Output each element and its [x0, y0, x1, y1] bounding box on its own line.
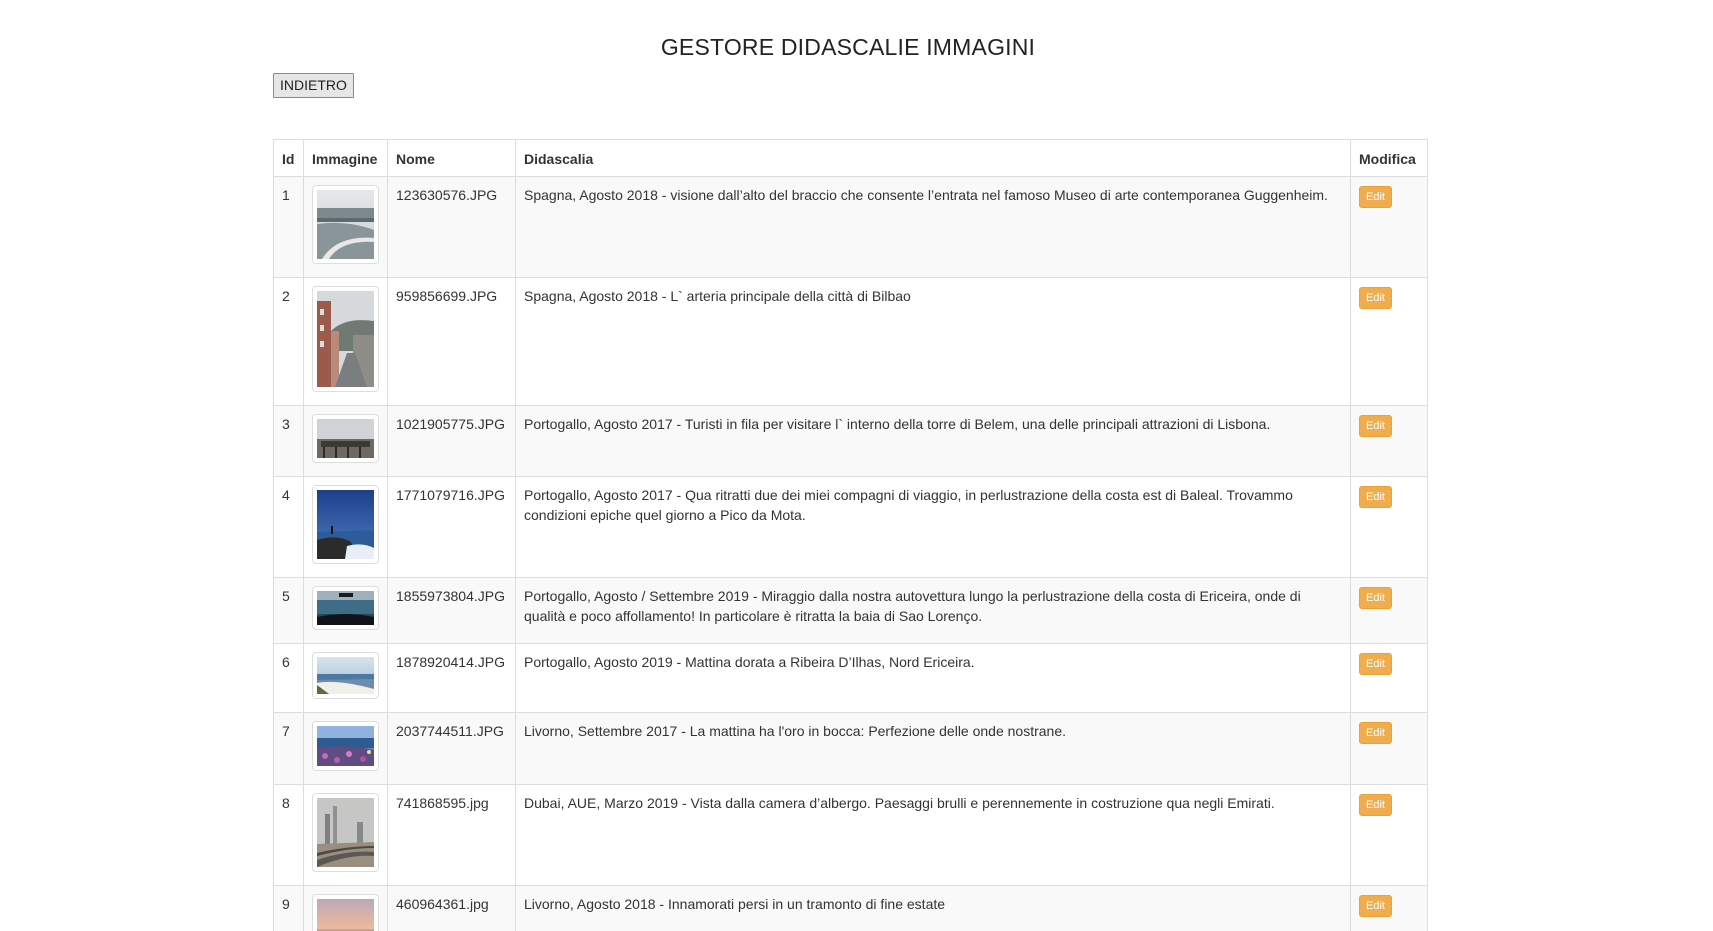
thumbnail-image	[312, 793, 379, 872]
edit-button[interactable]: Edit	[1359, 653, 1392, 675]
column-header-id: Id	[273, 139, 304, 177]
edit-button[interactable]: Edit	[1359, 587, 1392, 609]
column-header-edit: Modifica	[1350, 139, 1428, 177]
edit-button[interactable]: Edit	[1359, 186, 1392, 208]
table-row: 1 123630576.JPG Spagna, Agosto 2018 - visi…	[273, 176, 1428, 278]
column-header-name: Nome	[387, 139, 516, 177]
cell-edit: Edit	[1350, 405, 1428, 477]
cell-name: 123630576.JPG	[387, 176, 516, 278]
cell-caption: Spagna, Agosto 2018 - visione dall’alto …	[515, 176, 1351, 278]
cell-edit: Edit	[1350, 176, 1428, 278]
cell-caption: Portogallo, Agosto 2017 - Turisti in fil…	[515, 405, 1351, 477]
table-row: 4 1771079716.JPG Portogallo, Agosto 2017 -…	[273, 476, 1428, 578]
cell-image	[303, 643, 388, 713]
edit-button[interactable]: Edit	[1359, 486, 1392, 508]
cell-caption: Livorno, Settembre 2017 - La mattina ha …	[515, 712, 1351, 785]
cell-name: 2037744511.JPG	[387, 712, 516, 785]
cell-id: 1	[273, 176, 304, 278]
cell-edit: Edit	[1350, 885, 1428, 931]
cell-name: 1855973804.JPG	[387, 577, 516, 644]
cell-name: 1021905775.JPG	[387, 405, 516, 477]
cell-id: 5	[273, 577, 304, 644]
cell-name: 1771079716.JPG	[387, 476, 516, 578]
table-row: 5 1855973804.JPG Portogallo, Agosto / Sett…	[273, 577, 1428, 644]
back-button[interactable]: INDIETRO	[273, 73, 354, 98]
table-row: 2 959856699.JPG Spagna, Agosto 2018 - L` a…	[273, 277, 1428, 406]
cell-id: 2	[273, 277, 304, 406]
cell-id: 8	[273, 784, 304, 886]
cell-name: 959856699.JPG	[387, 277, 516, 406]
table-body: 1 123630576.JPG Spagna, Agosto 2018 - visi…	[273, 176, 1428, 931]
cell-edit: Edit	[1350, 476, 1428, 578]
cell-image	[303, 577, 388, 644]
cell-caption: Livorno, Agosto 2018 - Innamorati persi …	[515, 885, 1351, 931]
cell-image	[303, 277, 388, 406]
thumbnail-image	[312, 414, 379, 463]
table-row: 8 741868595.jpg Dubai, AUE, Marzo 2019 - V…	[273, 784, 1428, 886]
edit-button[interactable]: Edit	[1359, 794, 1392, 816]
cell-edit: Edit	[1350, 277, 1428, 406]
cell-image	[303, 784, 388, 886]
cell-image	[303, 712, 388, 785]
thumbnail-image	[312, 185, 379, 264]
cell-edit: Edit	[1350, 577, 1428, 644]
cell-caption: Portogallo, Agosto / Settembre 2019 - Mi…	[515, 577, 1351, 644]
cell-caption: Dubai, AUE, Marzo 2019 - Vista dalla cam…	[515, 784, 1351, 886]
edit-button[interactable]: Edit	[1359, 895, 1392, 917]
cell-id: 7	[273, 712, 304, 785]
cell-image	[303, 405, 388, 477]
thumbnail-image	[312, 721, 379, 771]
cell-id: 6	[273, 643, 304, 713]
cell-edit: Edit	[1350, 712, 1428, 785]
column-header-caption: Didascalia	[515, 139, 1351, 177]
table-row: 6 1878920414.JPG Portogallo, Agosto 2019 -…	[273, 643, 1428, 713]
cell-edit: Edit	[1350, 784, 1428, 886]
cell-id: 3	[273, 405, 304, 477]
edit-button[interactable]: Edit	[1359, 415, 1392, 437]
thumbnail-image	[312, 652, 379, 699]
cell-name: 741868595.jpg	[387, 784, 516, 886]
thumbnail-image	[312, 286, 379, 392]
cell-id: 9	[273, 885, 304, 931]
cell-image	[303, 176, 388, 278]
page-title: GESTORE DIDASCALIE IMMAGINI	[660, 34, 1036, 60]
table-row: 9 460964361.jpg Livorno, Agosto 2018 - Inn…	[273, 885, 1428, 931]
cell-image	[303, 885, 388, 931]
cell-caption: Spagna, Agosto 2018 - L` arteria princip…	[515, 277, 1351, 406]
cell-name: 460964361.jpg	[387, 885, 516, 931]
edit-button[interactable]: Edit	[1359, 722, 1392, 744]
cell-edit: Edit	[1350, 643, 1428, 713]
table-row: 7 2037744511.JPG Livorno, Settembre 2017 -…	[273, 712, 1428, 785]
page: GESTORE DIDASCALIE IMMAGINI INDIETRO Id …	[0, 0, 1713, 931]
edit-button[interactable]: Edit	[1359, 287, 1392, 309]
thumbnail-image	[312, 485, 379, 564]
cell-caption: Portogallo, Agosto 2019 - Mattina dorata…	[515, 643, 1351, 713]
cell-image	[303, 476, 388, 578]
cell-name: 1878920414.JPG	[387, 643, 516, 713]
table-header-row: Id Immagine Nome Didascalia Modifica	[273, 139, 1428, 177]
cell-id: 4	[273, 476, 304, 578]
thumbnail-image	[312, 586, 379, 630]
column-header-image: Immagine	[303, 139, 388, 177]
captions-table: Id Immagine Nome Didascalia Modifica 1 12…	[273, 139, 1428, 931]
cell-caption: Portogallo, Agosto 2017 - Qua ritratti d…	[515, 476, 1351, 578]
table-row: 3 1021905775.JPG Portogallo, Agosto 2017 -…	[273, 405, 1428, 477]
thumbnail-image	[312, 894, 379, 931]
